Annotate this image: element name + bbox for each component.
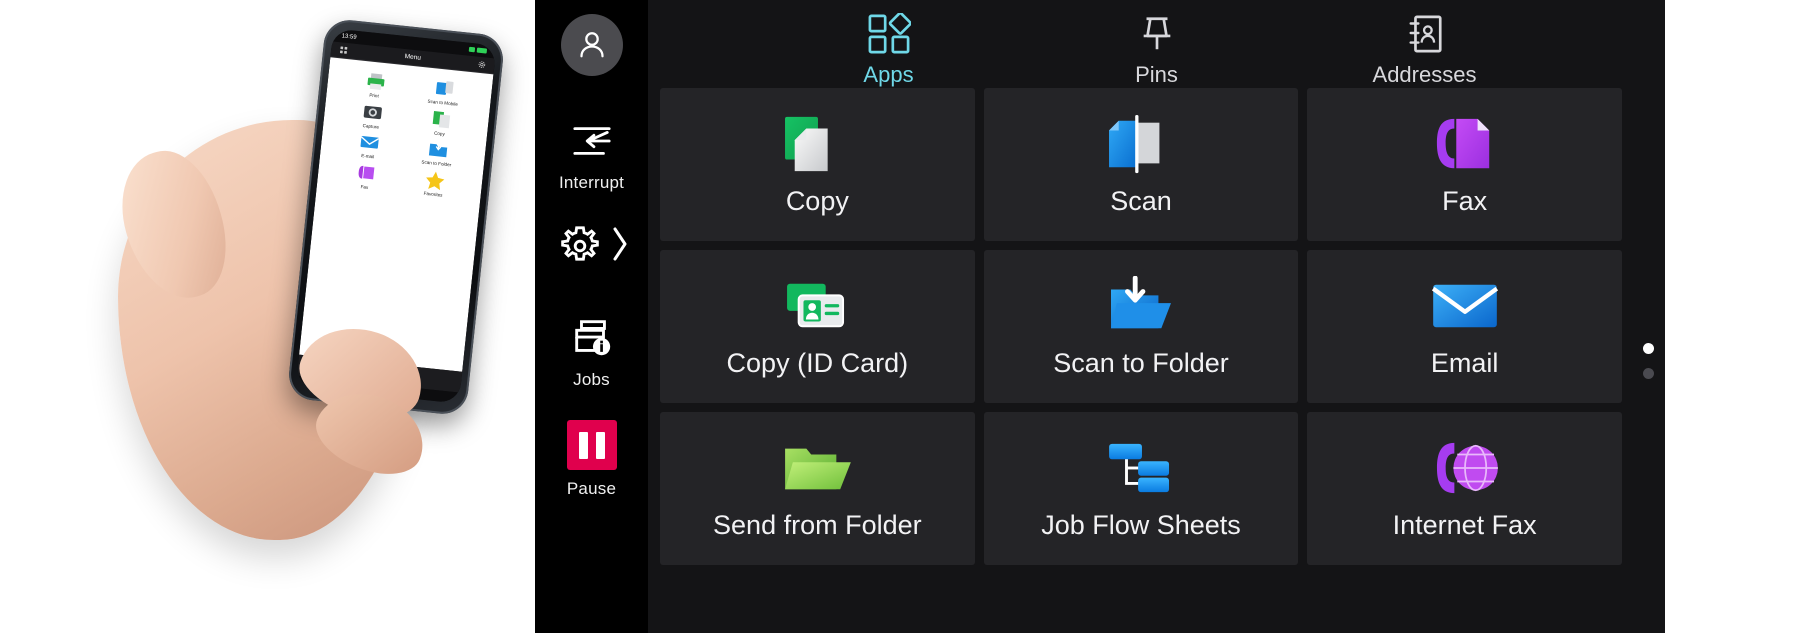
sidebar-item-label: Interrupt xyxy=(558,173,625,192)
wifi-icon xyxy=(468,46,476,53)
job-flow-sheets-icon xyxy=(1105,437,1177,499)
email-icon xyxy=(1429,275,1501,337)
phone-status-icons xyxy=(468,46,488,54)
sidebar-item-label: Pause xyxy=(566,479,617,498)
app-tile-label: Email xyxy=(1430,347,1499,378)
phone-app-capture[interactable]: Capture xyxy=(337,97,407,132)
apps-grid-region: Copy Scan Fax Copy (ID Card) Scan to Fol… xyxy=(648,88,1665,633)
phone-app-label: E-mail xyxy=(360,153,375,160)
phone-clock: 13:59 xyxy=(341,32,357,41)
app-tile-copy[interactable]: Copy xyxy=(660,88,975,241)
phone-app-copy[interactable]: Copy xyxy=(406,104,476,139)
pin-icon xyxy=(1137,12,1177,56)
pagination-dot-1[interactable] xyxy=(1642,342,1654,354)
apps-grid-icon xyxy=(867,12,911,56)
scan-to-folder-icon xyxy=(428,143,447,158)
app-tile-fax[interactable]: Fax xyxy=(1307,88,1622,241)
apps-grid: Copy Scan Fax Copy (ID Card) Scan to Fol… xyxy=(648,88,1631,633)
printer-icon xyxy=(366,73,384,90)
send-from-folder-icon xyxy=(781,437,853,499)
scan-to-folder-icon xyxy=(1105,275,1177,337)
screenshot-root: 13:59 Menu Print Scan to Mobile Capture … xyxy=(0,0,1800,633)
panel-tabbar: Apps Pins Addresses xyxy=(648,0,1665,88)
fax-icon xyxy=(358,165,374,180)
phone-app-email[interactable]: E-mail xyxy=(334,128,404,163)
tab-addresses[interactable]: Addresses xyxy=(1345,12,1505,88)
app-tile-label: Copy xyxy=(785,185,849,216)
app-tile-label: Job Flow Sheets xyxy=(1041,509,1241,540)
copy-icon xyxy=(781,113,853,175)
panel-sidebar: Interrupt Jobs Pause xyxy=(535,0,648,633)
phone-app-fax[interactable]: Fax xyxy=(331,158,401,193)
phone-app-scan-to-folder[interactable]: Scan to Folder xyxy=(403,135,473,170)
internet-fax-icon xyxy=(1429,437,1501,499)
user-account-button[interactable] xyxy=(560,14,623,76)
interrupt-icon xyxy=(566,118,618,164)
camera-icon xyxy=(363,105,382,119)
phone-app-label: Copy xyxy=(433,130,446,137)
sidebar-item-interrupt[interactable]: Interrupt xyxy=(535,118,648,193)
fax-icon xyxy=(1429,113,1501,175)
jobs-info-icon xyxy=(566,315,618,361)
user-avatar-icon xyxy=(579,32,604,58)
app-tile-label: Copy (ID Card) xyxy=(726,347,909,378)
phone-app-label: Capture xyxy=(362,122,380,130)
app-tile-internet-fax[interactable]: Internet Fax xyxy=(1307,412,1622,565)
star-icon xyxy=(425,171,444,190)
app-tile-scan[interactable]: Scan xyxy=(983,88,1299,241)
sidebar-item-pause[interactable]: Pause xyxy=(535,420,648,499)
app-tile-job-flow-sheets[interactable]: Job Flow Sheets xyxy=(983,412,1299,565)
settings-row xyxy=(535,223,648,269)
battery-icon xyxy=(476,47,488,54)
tab-label: Addresses xyxy=(1372,62,1477,87)
email-icon xyxy=(360,136,379,149)
phone-app-scan-to-mobile[interactable]: Scan to Mobile xyxy=(409,74,479,109)
scan-icon xyxy=(1105,113,1177,175)
app-tile-label: Scan to Folder xyxy=(1053,347,1229,378)
scan-to-mobile-icon xyxy=(435,81,454,95)
printer-control-panel: Interrupt Jobs Pause Apps Pins Addresses… xyxy=(535,0,1665,633)
app-tile-send-from-folder[interactable]: Send from Folder xyxy=(660,412,975,565)
app-tile-label: Send from Folder xyxy=(713,509,922,540)
sidebar-item-settings[interactable] xyxy=(535,223,648,269)
copy-icon xyxy=(432,110,450,128)
pagination-dots xyxy=(1631,88,1665,633)
address-book-icon xyxy=(1405,12,1445,56)
chevron-right-icon[interactable] xyxy=(610,224,630,269)
tab-label: Apps xyxy=(863,62,914,87)
grid-view-icon[interactable] xyxy=(339,45,349,55)
app-tile-scan-to-folder[interactable]: Scan to Folder xyxy=(983,250,1299,403)
app-tile-label: Fax xyxy=(1442,185,1488,216)
app-tile-label: Scan xyxy=(1110,185,1172,216)
phone-app-label: Fax xyxy=(360,183,369,190)
phone-app-label: Print xyxy=(369,92,380,99)
pause-icon xyxy=(566,420,617,470)
tab-apps[interactable]: Apps xyxy=(809,12,969,88)
gear-icon xyxy=(554,223,606,269)
phone-app-favorites[interactable]: Favorites xyxy=(399,165,469,200)
panel-content: Apps Pins Addresses Copy Scan Fax Copy (… xyxy=(648,0,1665,633)
app-tile-label: Internet Fax xyxy=(1392,509,1537,540)
tab-label: Pins xyxy=(1135,62,1178,87)
app-tile-email[interactable]: Email xyxy=(1307,250,1622,403)
phone-app-label: Favorites xyxy=(423,190,443,198)
sidebar-item-label: Jobs xyxy=(573,370,610,389)
pagination-dot-2[interactable] xyxy=(1642,367,1654,379)
copy-id-card-icon xyxy=(781,275,853,337)
product-photo: 13:59 Menu Print Scan to Mobile Capture … xyxy=(0,0,535,633)
phone-app-print[interactable]: Print xyxy=(340,67,410,102)
phone-app-grid: Print Scan to Mobile Capture Copy E-mail… xyxy=(299,57,494,372)
app-tile-copy-id-card[interactable]: Copy (ID Card) xyxy=(660,250,975,403)
gear-icon[interactable] xyxy=(477,60,487,70)
sidebar-item-jobs[interactable]: Jobs xyxy=(535,315,648,390)
tab-pins[interactable]: Pins xyxy=(1077,12,1237,88)
right-margin xyxy=(1665,0,1800,633)
